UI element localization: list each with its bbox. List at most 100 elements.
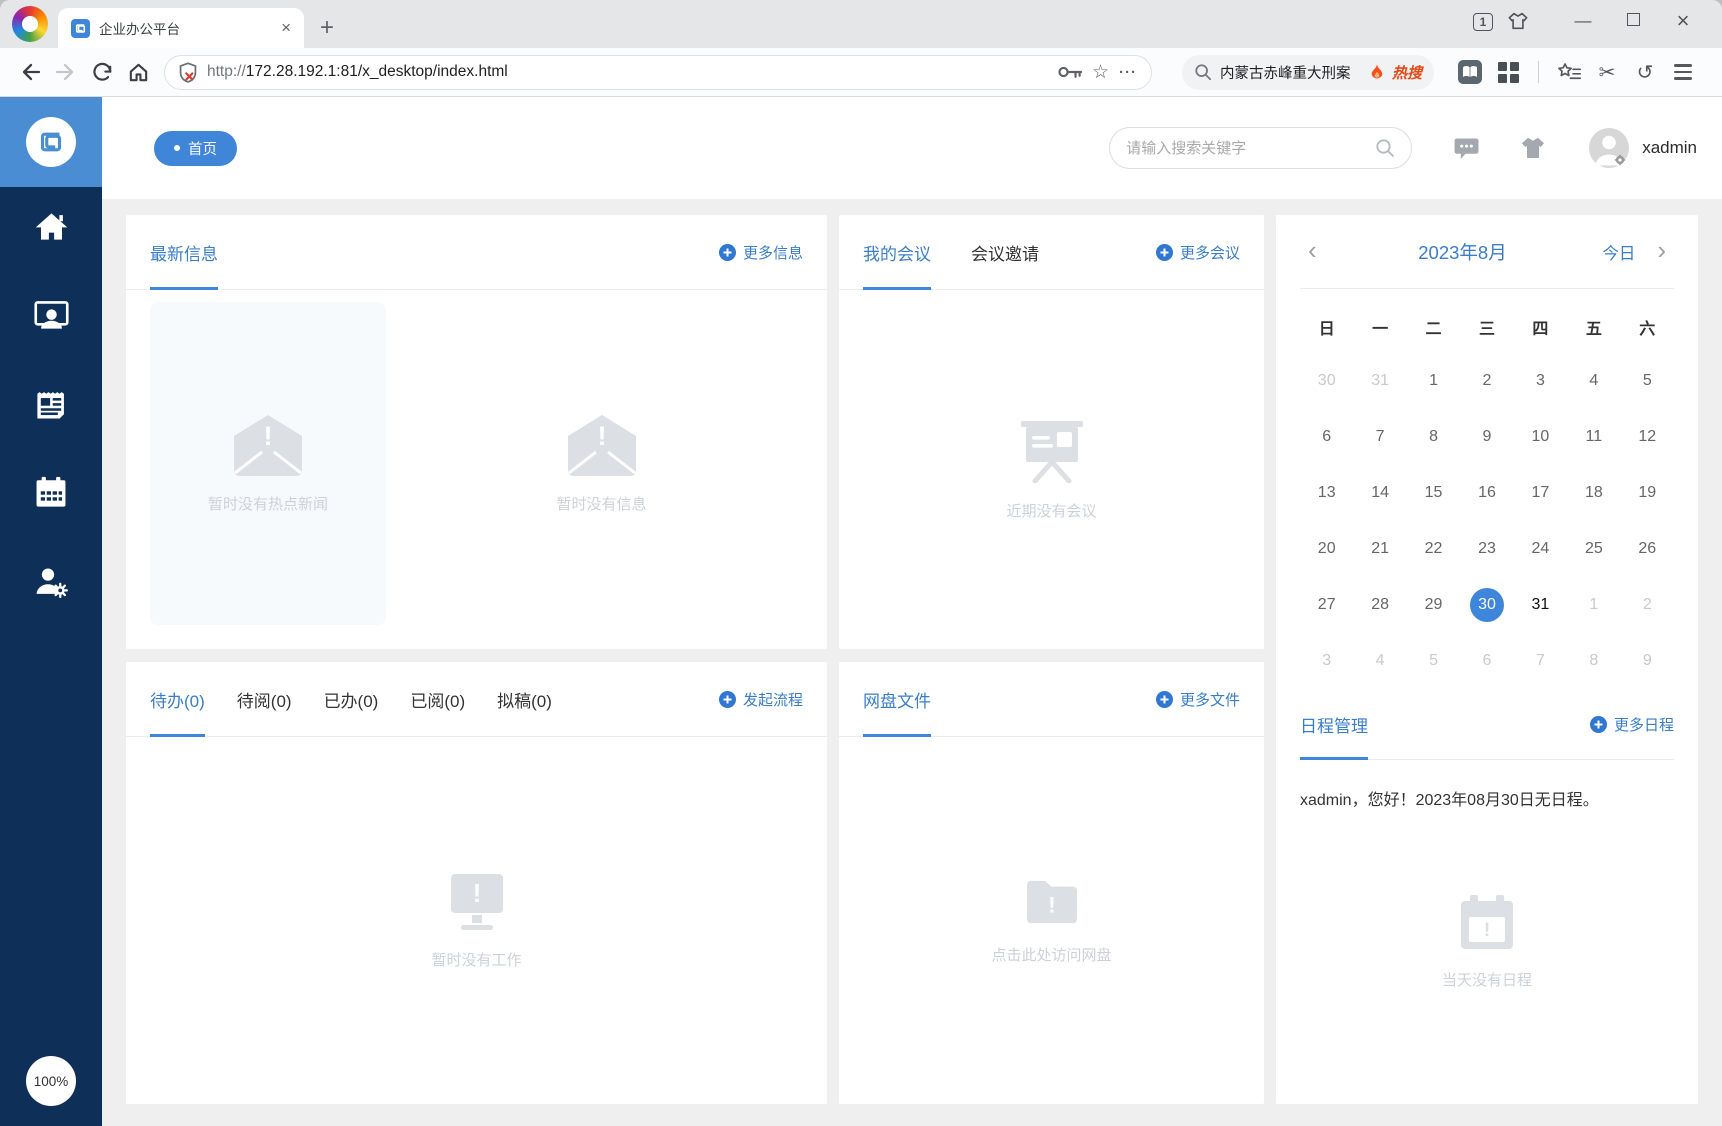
tab-draft[interactable]: 拟稿(0)	[497, 662, 552, 736]
tab-netdisk[interactable]: 网盘文件	[863, 662, 931, 737]
tab-close-icon[interactable]: ×	[278, 18, 294, 38]
calendar-day[interactable]: 21	[1353, 521, 1406, 577]
tab-todo[interactable]: 待办(0)	[150, 662, 205, 737]
tab-my-meetings[interactable]: 我的会议	[863, 215, 931, 290]
calendar-day[interactable]: 24	[1514, 521, 1567, 577]
calendar-day[interactable]: 12	[1621, 409, 1674, 465]
reading-mode-icon[interactable]	[1454, 56, 1486, 88]
calendar-day[interactable]: 29	[1407, 577, 1460, 633]
screenshot-scissors-icon[interactable]: ✂	[1591, 56, 1623, 88]
undo-closed-tab-icon[interactable]: ↺	[1629, 56, 1661, 88]
calendar-day[interactable]: 23	[1460, 521, 1513, 577]
apps-grid-icon[interactable]	[1492, 56, 1524, 88]
more-meetings-link[interactable]: 更多会议	[1155, 215, 1240, 289]
search-icon[interactable]	[1375, 138, 1395, 158]
search-input[interactable]	[1126, 139, 1368, 157]
home-tab-pill[interactable]: 首页	[154, 130, 237, 166]
address-bar[interactable]: http://172.28.192.1:81/x_desktop/index.h…	[164, 54, 1152, 90]
calendar-day[interactable]: 27	[1300, 577, 1353, 633]
menu-hamburger-icon[interactable]	[1667, 56, 1699, 88]
more-schedule-link[interactable]: 更多日程	[1589, 689, 1674, 759]
calendar-day[interactable]: 4	[1353, 633, 1406, 689]
back-icon[interactable]	[14, 56, 46, 88]
sidebar-item-calendar[interactable]	[33, 475, 69, 511]
sidebar-item-home[interactable]	[33, 208, 69, 244]
calendar-day[interactable]: 8	[1407, 409, 1460, 465]
netdisk-empty-area[interactable]: ! 点击此处访问网盘	[839, 737, 1264, 1104]
calendar-day[interactable]: 15	[1407, 465, 1460, 521]
browser-tab[interactable]: 企业办公平台 ×	[58, 8, 304, 48]
calendar-day[interactable]: 3	[1300, 633, 1353, 689]
calendar-day[interactable]: 8	[1567, 633, 1620, 689]
site-security-shield-icon[interactable]	[179, 61, 197, 83]
address-more-icon[interactable]: ···	[1119, 64, 1137, 81]
forward-icon[interactable]	[50, 56, 82, 88]
calendar-day[interactable]: 31	[1514, 577, 1567, 633]
calendar-day[interactable]: 30	[1300, 353, 1353, 409]
calendar-day[interactable]: 6	[1300, 409, 1353, 465]
calendar-day[interactable]: 11	[1567, 409, 1620, 465]
user-avatar[interactable]	[1589, 128, 1630, 168]
calendar-day[interactable]: 18	[1567, 465, 1620, 521]
calendar-day[interactable]: 7	[1514, 633, 1567, 689]
calendar-day-selected[interactable]: 30	[1460, 577, 1513, 633]
calendar-month-label[interactable]: 2023年8月	[1323, 239, 1603, 265]
calendar-prev-icon[interactable]: ‹	[1302, 237, 1323, 267]
calendar-day[interactable]: 16	[1460, 465, 1513, 521]
password-key-icon[interactable]	[1058, 65, 1082, 79]
calendar-day[interactable]: 2	[1460, 353, 1513, 409]
sidebar-item-meeting[interactable]	[33, 297, 69, 333]
new-tab-button[interactable]: +	[320, 16, 334, 40]
theme-shirt-icon[interactable]	[1521, 137, 1545, 159]
home-icon[interactable]	[122, 56, 154, 88]
calendar-day[interactable]: 9	[1460, 409, 1513, 465]
calendar-day[interactable]: 20	[1300, 521, 1353, 577]
more-files-link[interactable]: 更多文件	[1155, 662, 1240, 736]
calendar-day[interactable]: 5	[1621, 353, 1674, 409]
calendar-day[interactable]: 17	[1514, 465, 1567, 521]
username-label[interactable]: xadmin	[1642, 138, 1697, 158]
bookmark-star-icon[interactable]: ☆	[1092, 61, 1109, 84]
calendar-day[interactable]: 7	[1353, 409, 1406, 465]
calendar-day[interactable]: 13	[1300, 465, 1353, 521]
tab-latest-news[interactable]: 最新信息	[150, 215, 218, 290]
maximize-button[interactable]	[1608, 11, 1658, 31]
calendar-day[interactable]: 5	[1407, 633, 1460, 689]
minimize-button[interactable]: —	[1558, 11, 1608, 31]
sidebar-item-news[interactable]	[33, 386, 69, 422]
calendar-day[interactable]: 1	[1407, 353, 1460, 409]
sidebar-item-admin[interactable]	[33, 564, 69, 600]
tab-toread[interactable]: 待阅(0)	[237, 662, 292, 736]
calendar-day[interactable]: 2	[1621, 577, 1674, 633]
calendar-day[interactable]: 31	[1353, 353, 1406, 409]
tab-done[interactable]: 已办(0)	[324, 662, 379, 736]
app-logo[interactable]	[0, 97, 102, 187]
tab-schedule[interactable]: 日程管理	[1300, 689, 1368, 760]
calendar-day[interactable]: 19	[1621, 465, 1674, 521]
tab-count-badge[interactable]: 1	[1458, 11, 1508, 31]
calendar-day[interactable]: 9	[1621, 633, 1674, 689]
url-text[interactable]: http://172.28.192.1:81/x_desktop/index.h…	[207, 63, 508, 81]
calendar-day[interactable]: 6	[1460, 633, 1513, 689]
calendar-day[interactable]: 3	[1514, 353, 1567, 409]
reload-icon[interactable]	[86, 56, 118, 88]
calendar-next-icon[interactable]: ›	[1651, 237, 1672, 267]
zoom-level-badge[interactable]: 100%	[26, 1056, 76, 1106]
more-news-link[interactable]: 更多信息	[718, 215, 803, 289]
calendar-day[interactable]: 14	[1353, 465, 1406, 521]
calendar-day[interactable]: 28	[1353, 577, 1406, 633]
calendar-today-button[interactable]: 今日	[1602, 240, 1635, 264]
hot-search-box[interactable]: 内蒙古赤峰重大刑案 热搜	[1182, 54, 1434, 90]
start-process-link[interactable]: 发起流程	[718, 662, 803, 736]
tab-read[interactable]: 已阅(0)	[410, 662, 465, 736]
hot-news-empty-card[interactable]: ! 暂时没有热点新闻	[150, 302, 386, 625]
calendar-day[interactable]: 22	[1407, 521, 1460, 577]
global-search-box[interactable]	[1109, 127, 1413, 169]
close-window-button[interactable]: ×	[1658, 8, 1708, 34]
browser-logo-icon[interactable]	[12, 6, 48, 42]
tab-meeting-invites[interactable]: 会议邀请	[971, 215, 1039, 289]
calendar-day[interactable]: 26	[1621, 521, 1674, 577]
calendar-day[interactable]: 4	[1567, 353, 1620, 409]
theme-skin-icon[interactable]	[1508, 12, 1558, 30]
favorites-list-icon[interactable]	[1553, 56, 1585, 88]
